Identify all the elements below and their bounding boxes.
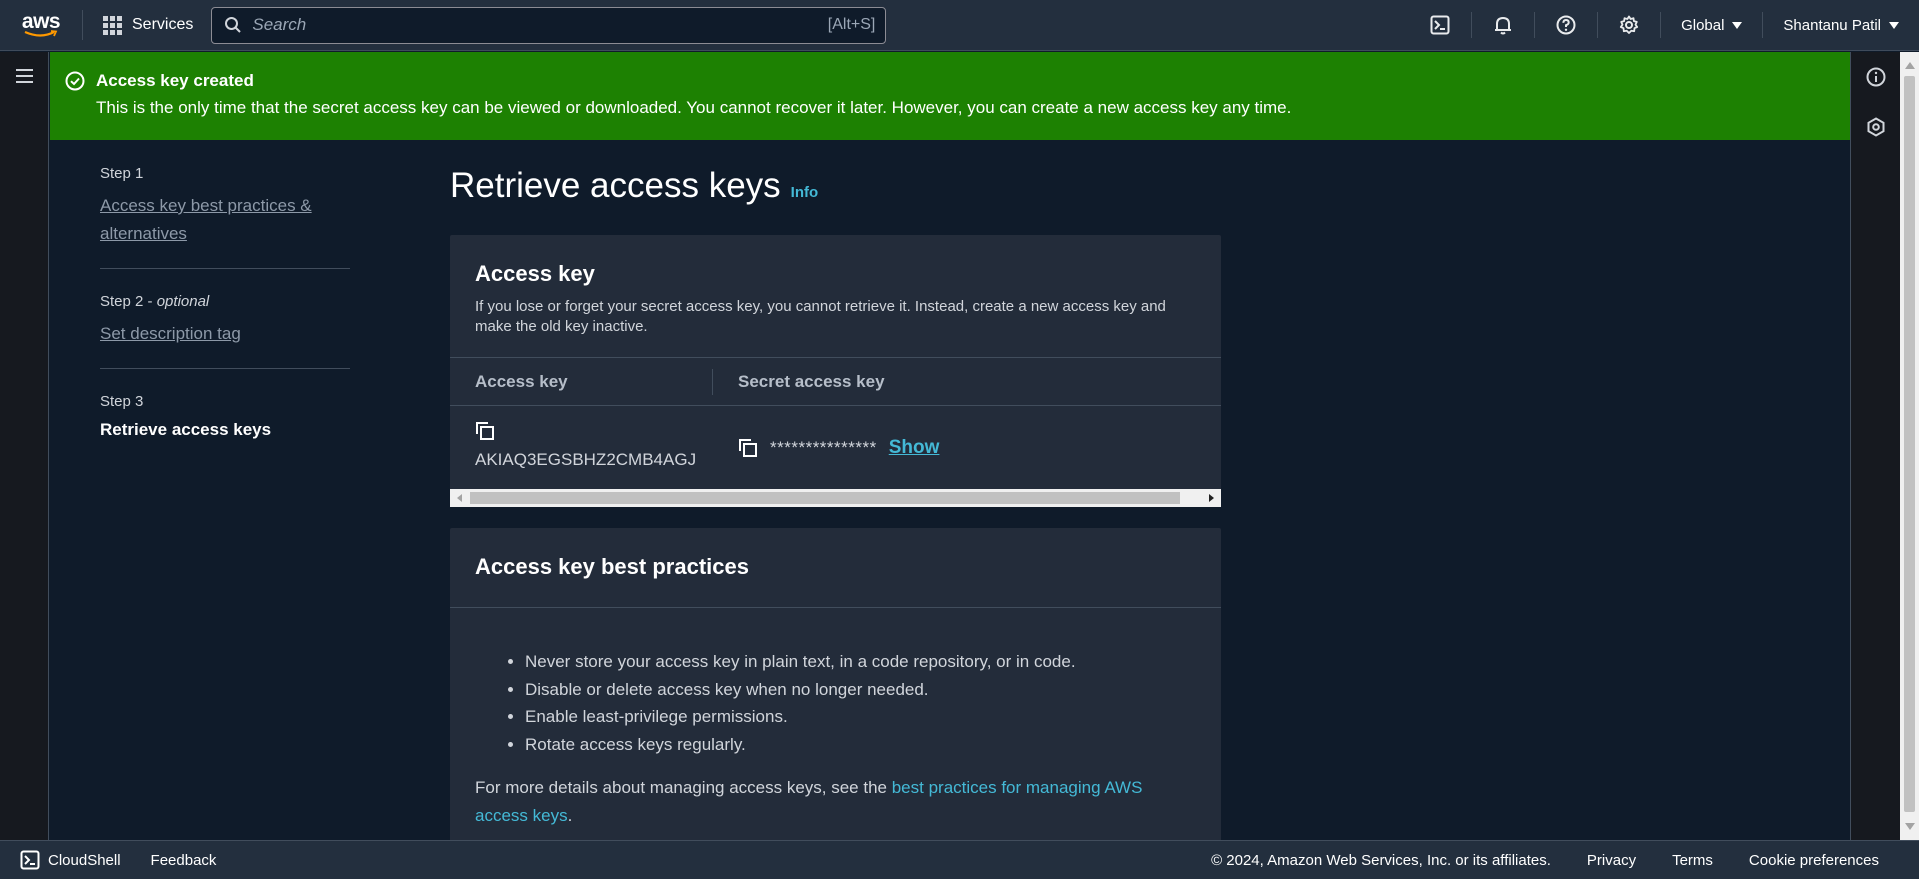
wizard-step-3: Step 3 Retrieve access keys — [100, 393, 350, 460]
step-number: Step 2 - optional — [100, 293, 210, 310]
nav-right-group: Global Shantanu Patil — [1409, 0, 1919, 51]
cloudshell-nav-button[interactable] — [1409, 0, 1471, 51]
footer-privacy-link[interactable]: Privacy — [1587, 852, 1636, 869]
security-panel-button[interactable] — [1851, 102, 1901, 152]
services-label: Services — [132, 16, 194, 33]
list-item: Enable least-privilege permissions. — [525, 703, 1196, 731]
card-header: Access key If you lose or forget your se… — [450, 235, 1221, 358]
flash-message: This is the only time that the secret ac… — [96, 98, 1292, 117]
column-header-access-key: Access key — [450, 368, 713, 395]
help-icon — [1556, 15, 1576, 35]
page-header: Retrieve access keys Info — [450, 166, 818, 206]
best-practices-card: Access key best practices Never store yo… — [450, 528, 1221, 848]
list-item: Rotate access keys regularly. — [525, 731, 1196, 759]
card-title: Access key — [475, 261, 595, 286]
secret-key-masked: *************** — [770, 438, 877, 457]
notifications-button[interactable] — [1472, 0, 1534, 51]
horizontal-scrollbar[interactable] — [450, 489, 1221, 507]
secret-key-cell: *************** Show — [713, 406, 939, 462]
access-key-cell: AKIAQ3EGSBHZ2CMB4AGJ — [450, 406, 713, 488]
best-practices-more: For more details about managing access k… — [475, 778, 1143, 825]
search-icon — [225, 17, 242, 33]
vertical-scrollbar[interactable] — [1900, 52, 1919, 840]
scrollbar-thumb[interactable] — [1904, 76, 1915, 812]
hexagon-icon — [1867, 117, 1885, 137]
menu-toggle-icon[interactable] — [0, 52, 49, 100]
table-header: Access key Secret access key — [450, 358, 1221, 406]
aws-smile-icon — [24, 29, 58, 37]
step-link-description-tag[interactable]: Set description tag — [100, 320, 350, 348]
terminal-icon — [1430, 15, 1450, 35]
page-title: Retrieve access keys — [450, 166, 781, 205]
footer: CloudShell Feedback © 2024, Amazon Web S… — [0, 840, 1919, 879]
help-button[interactable] — [1535, 0, 1597, 51]
table-row: AKIAQ3EGSBHZ2CMB4AGJ *************** Sho… — [450, 406, 1221, 488]
footer-cloudshell-button[interactable]: CloudShell — [0, 850, 141, 870]
card-title: Access key best practices — [475, 554, 749, 579]
step-number: Step 1 — [100, 165, 144, 182]
footer-cookie-preferences-link[interactable]: Cookie preferences — [1749, 852, 1879, 869]
copy-icon[interactable] — [738, 438, 758, 458]
footer-right-group: © 2024, Amazon Web Services, Inc. or its… — [1211, 852, 1919, 869]
bell-icon — [1495, 16, 1512, 35]
show-secret-link[interactable]: Show — [889, 437, 940, 459]
gear-icon — [1619, 15, 1639, 34]
flash-content: Access key created This is the only time… — [96, 70, 1291, 140]
access-key-id-value: AKIAQ3EGSBHZ2CMB4AGJ — [475, 450, 697, 469]
footer-copyright: © 2024, Amazon Web Services, Inc. or its… — [1211, 851, 1551, 869]
footer-feedback-link[interactable]: Feedback — [151, 852, 217, 869]
terminal-icon — [20, 850, 40, 870]
access-key-card: Access key If you lose or forget your se… — [450, 235, 1221, 507]
aws-logo-text: aws — [21, 9, 61, 33]
search-shortcut-hint: [Alt+S] — [827, 16, 876, 33]
copy-icon — [476, 422, 494, 440]
user-name-label: Shantanu Patil — [1783, 16, 1881, 34]
list-item: Never store your access key in plain tex… — [525, 648, 1196, 676]
step-current-label: Retrieve access keys — [100, 420, 272, 439]
step-link-best-practices[interactable]: Access key best practices & alternatives — [100, 192, 350, 248]
column-header-secret-access-key: Secret access key — [738, 371, 885, 391]
footer-cloudshell-label: CloudShell — [48, 851, 121, 869]
success-flash-banner: Access key created This is the only time… — [50, 52, 1850, 140]
info-link[interactable]: Info — [791, 184, 819, 201]
right-rail — [1850, 52, 1900, 840]
wizard-step-1: Step 1 Access key best practices & alter… — [100, 165, 350, 269]
flash-title: Access key created — [96, 71, 254, 90]
grid-icon — [103, 15, 122, 35]
region-selector[interactable]: Global — [1661, 0, 1762, 51]
scroll-left-arrow-icon[interactable] — [457, 494, 462, 502]
scroll-up-arrow-icon[interactable] — [1905, 62, 1915, 69]
caret-down-icon — [1889, 21, 1899, 29]
settings-button[interactable] — [1598, 0, 1660, 51]
region-label: Global — [1681, 16, 1725, 34]
card-description: If you lose or forget your secret access… — [475, 298, 1166, 335]
top-navigation: aws Services [Alt+S] — [0, 0, 1919, 51]
list-item: Disable or delete access key when no lon… — [525, 676, 1196, 704]
copy-access-key-button[interactable] — [475, 421, 713, 446]
best-practices-list: Never store your access key in plain tex… — [450, 608, 1221, 758]
left-rail — [0, 52, 49, 840]
wizard-step-2: Step 2 - optional Set description tag — [100, 293, 350, 369]
step-optional-label: optional — [156, 293, 210, 310]
step-number: Step 3 — [100, 393, 144, 410]
wizard-steps: Step 1 Access key best practices & alter… — [100, 165, 350, 484]
account-menu[interactable]: Shantanu Patil — [1763, 0, 1919, 51]
scrollbar-thumb[interactable] — [470, 492, 1180, 504]
card-header: Access key best practices — [450, 528, 1221, 608]
search-input[interactable] — [242, 15, 828, 35]
caret-down-icon — [1732, 21, 1743, 29]
aws-logo[interactable]: aws — [0, 0, 82, 51]
scroll-right-arrow-icon[interactable] — [1209, 494, 1214, 502]
info-panel-button[interactable] — [1851, 52, 1901, 102]
scroll-down-arrow-icon[interactable] — [1905, 823, 1915, 830]
footer-terms-link[interactable]: Terms — [1672, 852, 1713, 869]
services-menu-button[interactable]: Services — [83, 0, 211, 51]
info-icon — [1866, 67, 1886, 87]
main-content: Step 1 Access key best practices & alter… — [50, 140, 1850, 848]
search-box[interactable]: [Alt+S] — [211, 6, 887, 44]
check-circle-icon — [65, 71, 85, 91]
